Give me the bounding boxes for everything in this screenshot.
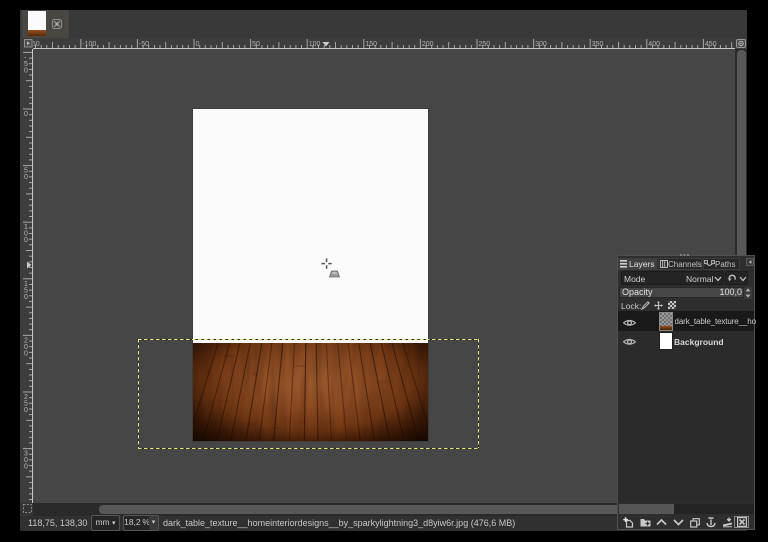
svg-text:0: 0 — [24, 174, 28, 181]
svg-text:0: 0 — [24, 237, 28, 244]
svg-text:100: 100 — [309, 41, 321, 48]
svg-text:50: 50 — [252, 41, 260, 48]
svg-text:150: 150 — [365, 41, 377, 48]
svg-text:0: 0 — [24, 464, 28, 471]
svg-text:0: 0 — [24, 67, 28, 74]
svg-text:0: 0 — [24, 294, 28, 301]
svg-text:250: 250 — [479, 41, 491, 48]
svg-text:300: 300 — [535, 41, 547, 48]
svg-text:0: 0 — [196, 41, 200, 48]
svg-text:0: 0 — [24, 407, 28, 414]
svg-text:-100: -100 — [82, 41, 96, 48]
svg-text:-50: -50 — [139, 41, 149, 48]
svg-text:450: 450 — [705, 41, 717, 48]
svg-text:400: 400 — [648, 41, 660, 48]
svg-text:0: 0 — [24, 350, 28, 357]
svg-text:200: 200 — [422, 41, 434, 48]
svg-text:0: 0 — [24, 111, 28, 118]
svg-text:350: 350 — [592, 41, 604, 48]
